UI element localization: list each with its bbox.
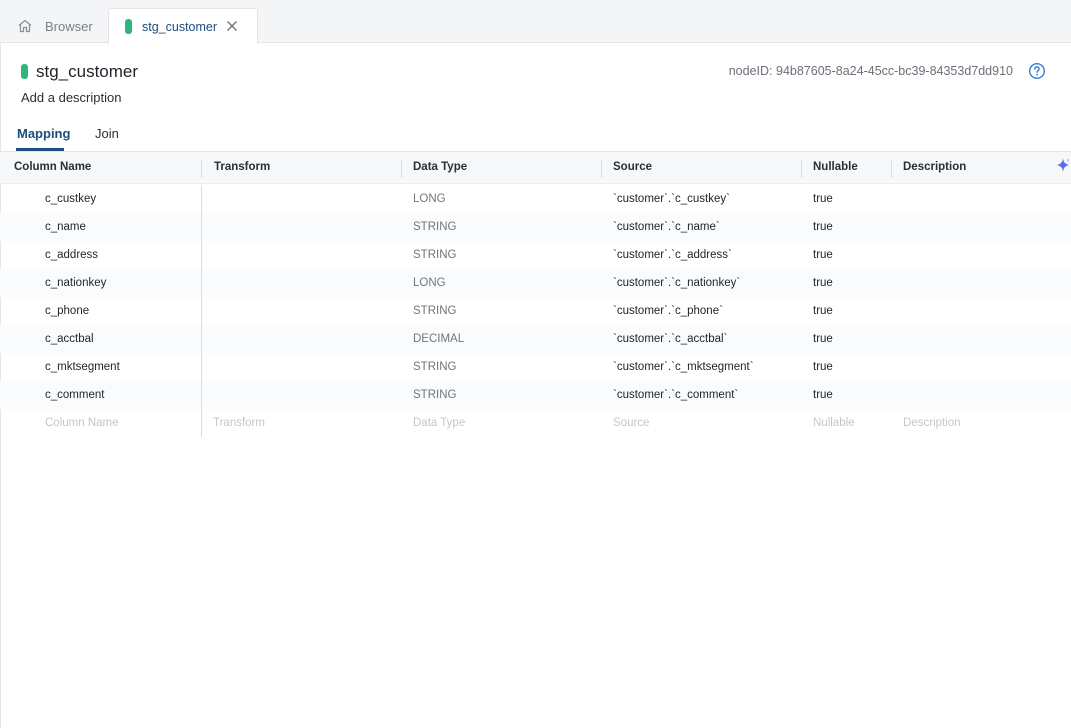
tab-browser[interactable]: Browser: [0, 8, 106, 44]
cell-source[interactable]: `customer`.`c_custkey`: [613, 193, 730, 205]
tab-stg-customer-label: stg_customer: [142, 19, 218, 34]
close-icon[interactable]: [225, 19, 239, 33]
table-row[interactable]: c_acctbal DECIMAL `customer`.`c_acctbal`…: [0, 325, 1071, 353]
cell-data-type[interactable]: STRING: [413, 389, 456, 401]
cell-data-type[interactable]: DECIMAL: [413, 333, 464, 345]
help-icon[interactable]: [1028, 62, 1046, 80]
cell-nullable[interactable]: true: [813, 361, 833, 373]
cell-data-type[interactable]: STRING: [413, 361, 456, 373]
column-resize-handle[interactable]: [801, 160, 802, 178]
table-row[interactable]: c_mktsegment STRING `customer`.`c_mktseg…: [0, 353, 1071, 381]
header-nullable[interactable]: Nullable: [813, 161, 858, 173]
home-icon: [17, 18, 33, 34]
new-column-source-input[interactable]: Source: [613, 417, 649, 429]
new-column-row[interactable]: Column Name Transform Data Type Source N…: [0, 409, 1071, 437]
table-row[interactable]: c_nationkey LONG `customer`.`c_nationkey…: [0, 269, 1071, 297]
cell-source[interactable]: `customer`.`c_nationkey`: [613, 277, 740, 289]
table-row[interactable]: c_phone STRING `customer`.`c_phone` true: [0, 297, 1071, 325]
cell-column-name[interactable]: c_nationkey: [45, 277, 106, 289]
page-title: stg_customer: [36, 62, 139, 81]
cell-nullable[interactable]: true: [813, 221, 833, 233]
column-resize-handle[interactable]: [891, 160, 892, 178]
header-description[interactable]: Description: [903, 161, 966, 173]
cell-nullable[interactable]: true: [813, 193, 833, 205]
cell-divider: [201, 213, 202, 241]
cell-divider: [201, 325, 202, 353]
cell-data-type[interactable]: STRING: [413, 249, 456, 261]
cell-source[interactable]: `customer`.`c_acctbal`: [613, 333, 727, 345]
cell-nullable[interactable]: true: [813, 333, 833, 345]
cell-divider: [201, 353, 202, 381]
cell-nullable[interactable]: true: [813, 249, 833, 261]
tab-join[interactable]: Join: [95, 126, 119, 141]
header-column-name[interactable]: Column Name: [14, 161, 91, 173]
cell-divider: [201, 409, 202, 437]
cell-column-name[interactable]: c_mktsegment: [45, 361, 120, 373]
node-id-label: nodeID: 94b87605-8a24-45cc-bc39-84353d7d…: [728, 64, 1013, 78]
cell-nullable[interactable]: true: [813, 277, 833, 289]
cell-column-name[interactable]: c_address: [45, 249, 98, 261]
cell-divider: [201, 241, 202, 269]
cell-source[interactable]: `customer`.`c_mktsegment`: [613, 361, 754, 373]
cell-column-name[interactable]: c_name: [45, 221, 86, 233]
cell-divider: [201, 381, 202, 409]
cell-divider: [201, 297, 202, 325]
cell-source[interactable]: `customer`.`c_phone`: [613, 305, 723, 317]
cell-divider: [201, 269, 202, 297]
node-status-indicator: [125, 19, 132, 34]
active-tab-underline: [16, 148, 64, 151]
cell-divider: [201, 185, 202, 213]
add-description-link[interactable]: Add a description: [21, 90, 121, 105]
cell-data-type[interactable]: STRING: [413, 221, 456, 233]
new-column-nullable-input[interactable]: Nullable: [813, 417, 855, 429]
cell-data-type[interactable]: LONG: [413, 193, 446, 205]
new-column-transform-input[interactable]: Transform: [213, 417, 265, 429]
new-column-data-type-input[interactable]: Data Type: [413, 417, 465, 429]
new-column-description-input[interactable]: Description: [903, 417, 961, 429]
tab-bar: Browser stg_customer: [0, 0, 1071, 44]
tab-stg-customer[interactable]: stg_customer: [108, 8, 258, 44]
cell-column-name[interactable]: c_acctbal: [45, 333, 94, 345]
subtab-bar: Mapping Join: [0, 120, 1071, 152]
header-source[interactable]: Source: [613, 161, 652, 173]
new-column-name-input[interactable]: Column Name: [45, 417, 119, 429]
cell-nullable[interactable]: true: [813, 305, 833, 317]
table-row[interactable]: c_comment STRING `customer`.`c_comment` …: [0, 381, 1071, 409]
header-transform[interactable]: Transform: [214, 161, 270, 173]
column-resize-handle[interactable]: [601, 160, 602, 178]
cell-data-type[interactable]: STRING: [413, 305, 456, 317]
cell-source[interactable]: `customer`.`c_address`: [613, 249, 732, 261]
cell-column-name[interactable]: c_phone: [45, 305, 89, 317]
cell-column-name[interactable]: c_comment: [45, 389, 104, 401]
tab-mapping[interactable]: Mapping: [17, 126, 70, 141]
sparkle-icon[interactable]: [1055, 157, 1071, 173]
tab-browser-label: Browser: [45, 18, 93, 34]
header-data-type[interactable]: Data Type: [413, 161, 467, 173]
table-row[interactable]: c_name STRING `customer`.`c_name` true: [0, 213, 1071, 241]
cell-data-type[interactable]: LONG: [413, 277, 446, 289]
table-header: Column Name Transform Data Type Source N…: [0, 152, 1071, 184]
node-status-indicator: [21, 64, 28, 79]
column-resize-handle[interactable]: [201, 160, 202, 178]
cell-source[interactable]: `customer`.`c_comment`: [613, 389, 738, 401]
table-row[interactable]: c_custkey LONG `customer`.`c_custkey` tr…: [0, 185, 1071, 213]
table-row[interactable]: c_address STRING `customer`.`c_address` …: [0, 241, 1071, 269]
cell-column-name[interactable]: c_custkey: [45, 193, 96, 205]
cell-nullable[interactable]: true: [813, 389, 833, 401]
column-resize-handle[interactable]: [401, 160, 402, 178]
cell-source[interactable]: `customer`.`c_name`: [613, 221, 720, 233]
